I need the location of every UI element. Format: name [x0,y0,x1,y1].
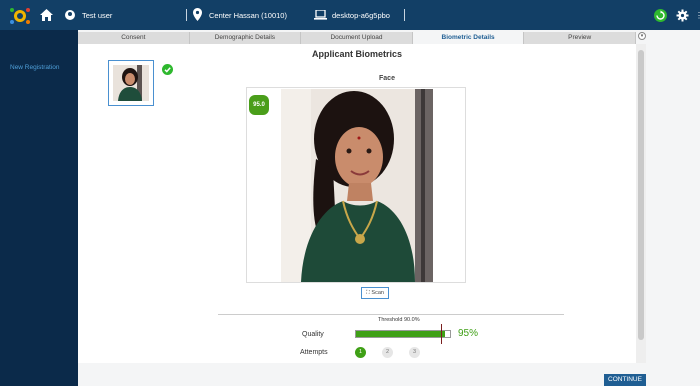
home-icon[interactable] [40,9,53,21]
tab-demographic-details[interactable]: Demographic Details [189,32,302,44]
threshold-label: Threshold 90.0% [378,317,420,323]
tab-scroll-button[interactable]: ▾ [638,32,646,40]
attempt-1[interactable]: 1 [355,347,366,358]
scan-icon: ⛶ [366,290,370,296]
main-panel: Consent Demographic Details Document Upl… [78,30,700,386]
content-scrollbar[interactable] [636,44,646,363]
continue-button[interactable]: CONTINUE [604,374,646,386]
tab-consent[interactable]: Consent [78,32,190,44]
biometrics-content: Applicant Biometrics Face 95.0 ⛶ Scan Th… [78,44,636,363]
laptop-icon [314,10,327,20]
quality-value: 95% [458,328,479,339]
face-photo [281,89,433,282]
more-icon[interactable]: ⋮ [695,11,700,20]
attempt-2[interactable]: 2 [382,347,393,358]
header-divider [186,9,187,21]
page-title: Applicant Biometrics [311,49,403,59]
tab-document-upload[interactable]: Document Upload [301,32,413,44]
scan-button-label: Scan [371,290,384,296]
user-icon [65,10,75,20]
scan-button[interactable]: ⛶ Scan [361,287,389,299]
scrollbar-thumb[interactable] [638,50,644,340]
quality-progress-bar [355,330,451,338]
face-capture-frame: 95.0 [246,87,466,283]
sidebar: New Registration [0,30,78,386]
sidebar-item-new-registration[interactable]: New Registration [10,64,60,71]
sync-icon[interactable] [654,9,667,22]
quality-progress-fill [356,331,446,337]
face-thumbnail-image [113,65,149,101]
top-bar: Test user Center Hassan (10010) desktop-… [0,0,700,30]
machine-name: desktop-a6g5pbo [332,11,390,20]
section-divider [218,314,564,315]
tab-preview[interactable]: Preview [524,32,636,44]
user-name: Test user [82,11,113,20]
tab-bar: Consent Demographic Details Document Upl… [78,32,636,44]
header-divider [404,9,405,21]
quality-label: Quality [302,331,324,338]
modality-label: Face [379,75,395,82]
gear-icon[interactable] [676,9,689,22]
face-thumbnail[interactable] [108,60,154,106]
location-pin-icon [193,8,202,21]
threshold-marker [441,324,443,344]
quality-score-badge: 95.0 [249,95,269,115]
center-name: Center Hassan (10010) [209,11,287,20]
attempt-3[interactable]: 3 [409,347,420,358]
tab-biometric-details[interactable]: Biometric Details [412,32,525,44]
attempts-label: Attempts [300,349,328,356]
logo-icon [10,8,30,24]
check-circle-icon [162,64,173,75]
